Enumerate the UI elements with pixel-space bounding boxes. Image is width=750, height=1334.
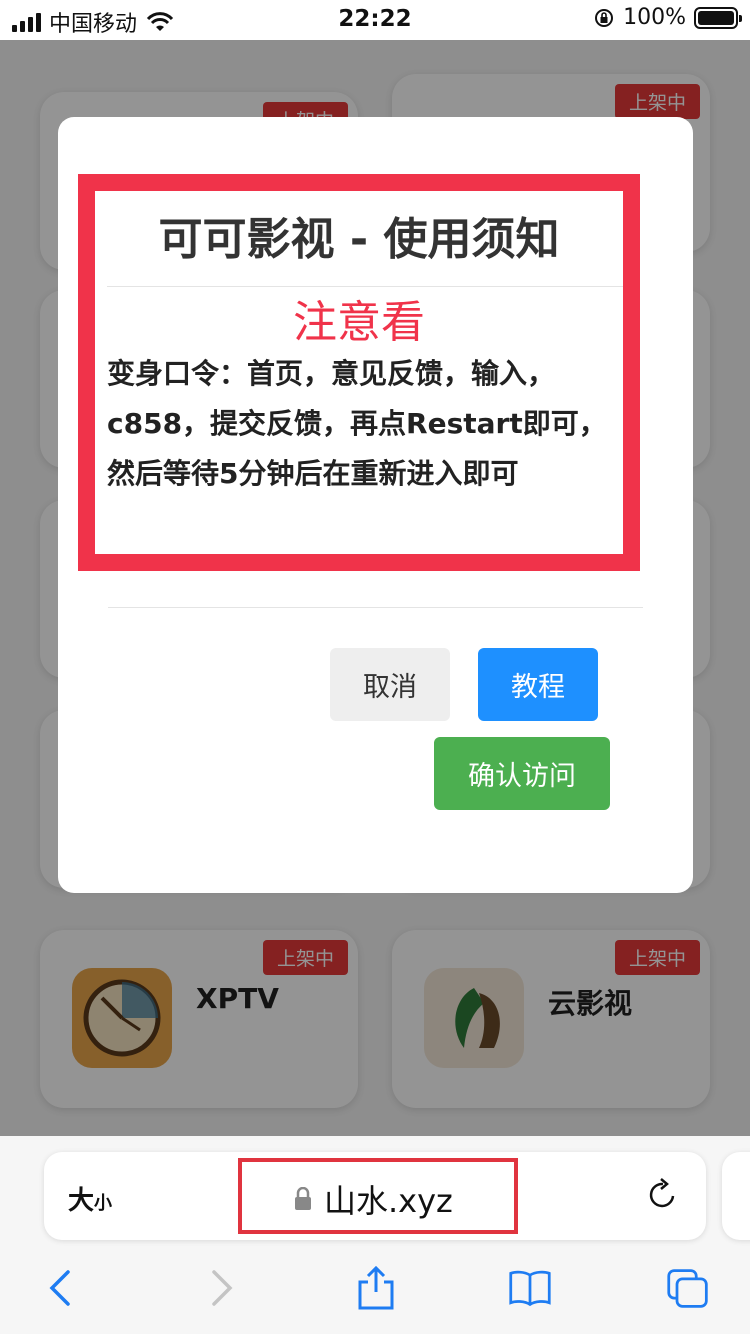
tabs-icon[interactable] bbox=[666, 1266, 710, 1310]
browser-toolbar: 大小 山水.xyz bbox=[0, 1136, 750, 1334]
status-right: 100% bbox=[593, 5, 742, 30]
reload-icon[interactable] bbox=[646, 1176, 680, 1212]
url-text: 山水.xyz bbox=[324, 1182, 453, 1220]
padlock-icon bbox=[295, 1187, 311, 1210]
rotation-lock-icon bbox=[595, 8, 614, 27]
dialog-subtitle: 注意看 bbox=[293, 297, 425, 348]
notice-highlight-box: 可可影视 - 使用须知 注意看 变身口令：首页，意见反馈，输入，c858，提交反… bbox=[78, 174, 640, 571]
dialog-title: 可可影视 - 使用须知 bbox=[158, 214, 560, 265]
address-bar[interactable]: 大小 山水.xyz bbox=[44, 1152, 706, 1240]
forward-icon[interactable] bbox=[200, 1266, 244, 1310]
url-display[interactable]: 山水.xyz bbox=[294, 1176, 453, 1222]
next-tab-peek[interactable] bbox=[722, 1152, 750, 1240]
tutorial-button[interactable]: 教程 bbox=[478, 648, 598, 721]
text-size-small: 小 bbox=[94, 1193, 113, 1214]
cancel-button[interactable]: 取消 bbox=[330, 648, 450, 721]
confirm-visit-button[interactable]: 确认访问 bbox=[434, 737, 610, 810]
divider bbox=[108, 607, 643, 608]
status-bar: 中国移动 22:22 100% bbox=[0, 0, 750, 40]
usage-notice-dialog: 可可影视 - 使用须知 注意看 变身口令：首页，意见反馈，输入，c858，提交反… bbox=[58, 117, 693, 893]
share-icon[interactable] bbox=[354, 1266, 398, 1310]
back-icon[interactable] bbox=[40, 1266, 84, 1310]
bookmarks-icon[interactable] bbox=[508, 1266, 552, 1310]
battery-icon bbox=[694, 6, 742, 29]
battery-percent: 100% bbox=[623, 5, 686, 30]
text-size-large: 大 bbox=[68, 1186, 95, 1216]
notice-body: 变身口令：首页，意见反馈，输入，c858，提交反馈，再点Restart即可，然后… bbox=[107, 357, 607, 490]
text-size-button[interactable]: 大小 bbox=[68, 1180, 112, 1217]
